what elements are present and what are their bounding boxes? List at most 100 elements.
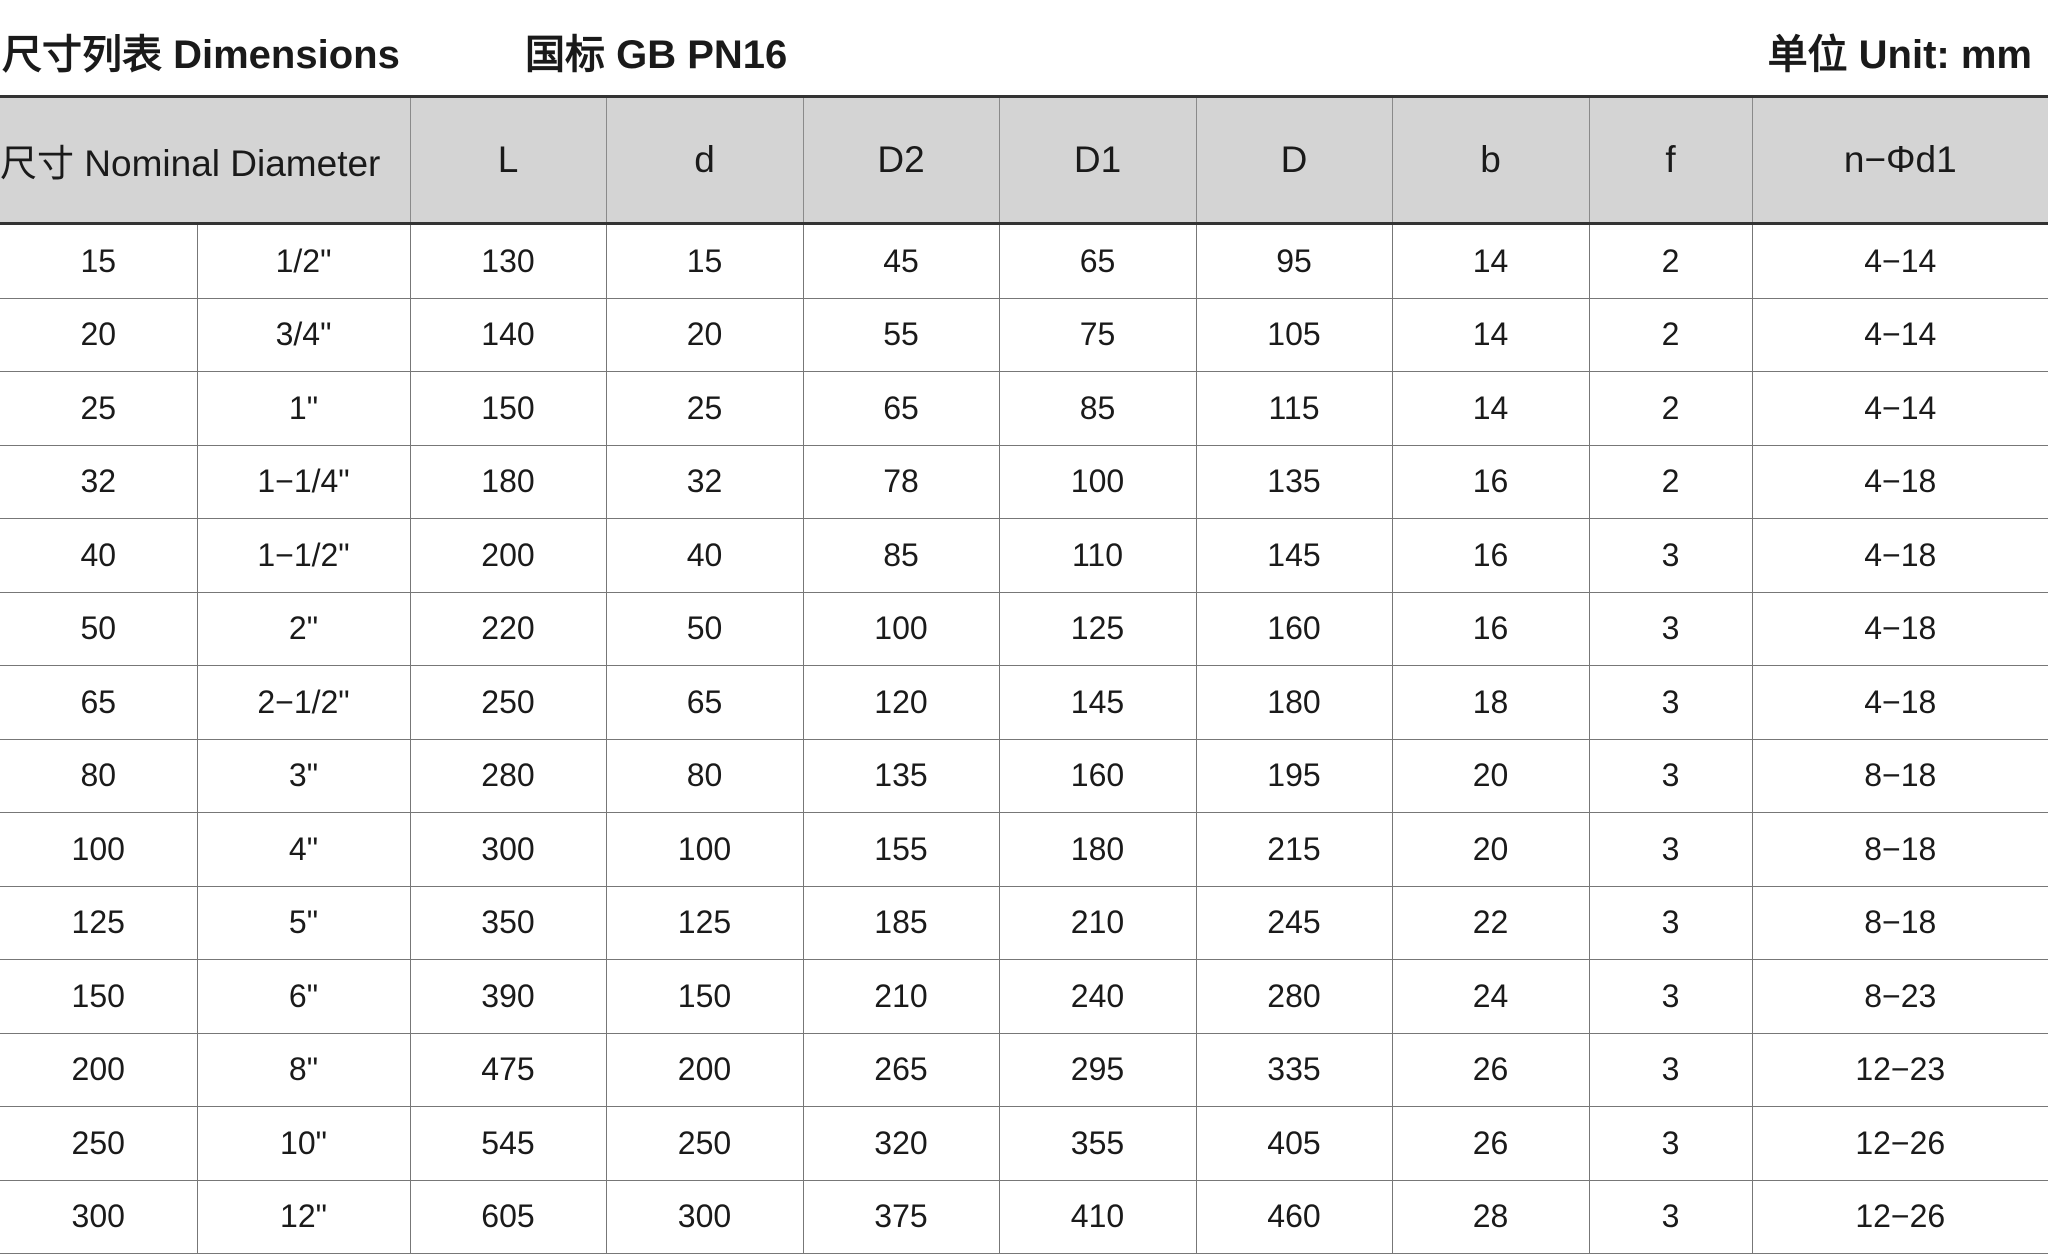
- table-cell: 50: [605, 592, 803, 666]
- dimensions-table: 尺寸 Nominal Diameter L d D2 D1 D b f n−Φd…: [0, 95, 2048, 1254]
- table-cell: 120: [802, 665, 999, 740]
- column-header: b: [1391, 95, 1589, 225]
- table-cell: 250: [605, 1106, 803, 1181]
- table-cell: 12−26: [1751, 1180, 2048, 1254]
- table-cell: 65: [998, 223, 1196, 299]
- table-cell: 200: [605, 1033, 803, 1107]
- table-cell: 3: [1588, 665, 1752, 740]
- table-cell: 4−14: [1751, 371, 2048, 446]
- table-cell: 200: [409, 518, 606, 593]
- table-row: 32 1−1/4" 180 32 78 100 135 16 2 4−18: [0, 445, 2048, 519]
- table-cell: 1": [196, 371, 410, 446]
- table-cell: 2−1/2": [196, 665, 410, 740]
- table-cell: 2: [1588, 371, 1752, 446]
- table-cell: 355: [998, 1106, 1196, 1181]
- column-header: D2: [802, 95, 999, 225]
- table-cell: 115: [1195, 371, 1392, 446]
- table-row: 125 5" 350 125 185 210 245 22 3 8−18: [0, 886, 2048, 960]
- table-cell: 20: [605, 298, 803, 372]
- table-cell: 125: [0, 886, 197, 960]
- table-row: 100 4" 300 100 155 180 215 20 3 8−18: [0, 812, 2048, 887]
- table-cell: 2: [1588, 298, 1752, 372]
- table-cell: 185: [802, 886, 999, 960]
- table-cell: 20: [0, 298, 197, 372]
- table-cell: 14: [1391, 371, 1589, 446]
- column-header: D1: [998, 95, 1196, 225]
- table-cell: 78: [802, 445, 999, 519]
- table-cell: 3: [1588, 1106, 1752, 1181]
- table-cell: 220: [409, 592, 606, 666]
- table-row: 65 2−1/2" 250 65 120 145 180 18 3 4−18: [0, 665, 2048, 740]
- table-cell: 26: [1391, 1106, 1589, 1181]
- table-cell: 265: [802, 1033, 999, 1107]
- table-cell: 85: [802, 518, 999, 593]
- table-cell: 140: [409, 298, 606, 372]
- table-cell: 12−26: [1751, 1106, 2048, 1181]
- table-cell: 4": [196, 812, 410, 887]
- table-row: 15 1/2" 130 15 45 65 95 14 2 4−14: [0, 223, 2048, 299]
- table-cell: 5": [196, 886, 410, 960]
- table-cell: 65: [0, 665, 197, 740]
- table-cell: 475: [409, 1033, 606, 1107]
- table-cell: 50: [0, 592, 197, 666]
- table-cell: 2": [196, 592, 410, 666]
- unit-label: 单位 Unit: mm: [1767, 33, 2032, 77]
- table-cell: 22: [1391, 886, 1589, 960]
- table-cell: 8−23: [1751, 959, 2048, 1034]
- table-cell: 390: [409, 959, 606, 1034]
- table-cell: 2: [1588, 223, 1752, 299]
- table-cell: 8−18: [1751, 886, 2048, 960]
- column-header: 尺寸 Nominal Diameter: [0, 95, 410, 225]
- table-cell: 16: [1391, 592, 1589, 666]
- table-cell: 125: [605, 886, 803, 960]
- table-cell: 105: [1195, 298, 1392, 372]
- table-cell: 32: [0, 445, 197, 519]
- standard-label: 国标 GB PN16: [525, 33, 788, 77]
- table-cell: 145: [1195, 518, 1392, 593]
- table-cell: 8−18: [1751, 812, 2048, 887]
- table-cell: 155: [802, 812, 999, 887]
- table-cell: 8−18: [1751, 739, 2048, 813]
- table-cell: 3": [196, 739, 410, 813]
- table-cell: 375: [802, 1180, 999, 1254]
- table-cell: 4−18: [1751, 665, 2048, 740]
- table-cell: 245: [1195, 886, 1392, 960]
- table-cell: 100: [0, 812, 197, 887]
- table-cell: 65: [802, 371, 999, 446]
- column-header: n−Φd1: [1751, 95, 2048, 225]
- table-cell: 160: [998, 739, 1196, 813]
- table-cell: 14: [1391, 223, 1589, 299]
- table-header-row: 尺寸 Nominal Diameter L d D2 D1 D b f n−Φd…: [0, 95, 2048, 225]
- table-cell: 4−18: [1751, 592, 2048, 666]
- table-cell: 410: [998, 1180, 1196, 1254]
- table-row: 40 1−1/2" 200 40 85 110 145 16 3 4−18: [0, 518, 2048, 593]
- table-cell: 10": [196, 1106, 410, 1181]
- table-cell: 545: [409, 1106, 606, 1181]
- page-title: 尺寸列表 Dimensions: [2, 33, 400, 77]
- table-cell: 125: [998, 592, 1196, 666]
- table-row: 20 3/4" 140 20 55 75 105 14 2 4−14: [0, 298, 2048, 372]
- table-cell: 300: [605, 1180, 803, 1254]
- table-cell: 3: [1588, 592, 1752, 666]
- table-row: 300 12" 605 300 375 410 460 28 3 12−26: [0, 1180, 2048, 1254]
- table-cell: 6": [196, 959, 410, 1034]
- table-row: 25 1" 150 25 65 85 115 14 2 4−14: [0, 371, 2048, 446]
- table-cell: 16: [1391, 445, 1589, 519]
- table-cell: 100: [998, 445, 1196, 519]
- table-cell: 1−1/2": [196, 518, 410, 593]
- table-cell: 210: [802, 959, 999, 1034]
- table-cell: 405: [1195, 1106, 1392, 1181]
- table-cell: 240: [998, 959, 1196, 1034]
- table-cell: 4−14: [1751, 298, 2048, 372]
- table-row: 80 3" 280 80 135 160 195 20 3 8−18: [0, 739, 2048, 813]
- table-cell: 300: [0, 1180, 197, 1254]
- table-cell: 100: [605, 812, 803, 887]
- table-cell: 65: [605, 665, 803, 740]
- table-cell: 250: [409, 665, 606, 740]
- table-cell: 1−1/4": [196, 445, 410, 519]
- table-cell: 150: [0, 959, 197, 1034]
- table-cell: 250: [0, 1106, 197, 1181]
- table-cell: 215: [1195, 812, 1392, 887]
- table-cell: 85: [998, 371, 1196, 446]
- table-cell: 300: [409, 812, 606, 887]
